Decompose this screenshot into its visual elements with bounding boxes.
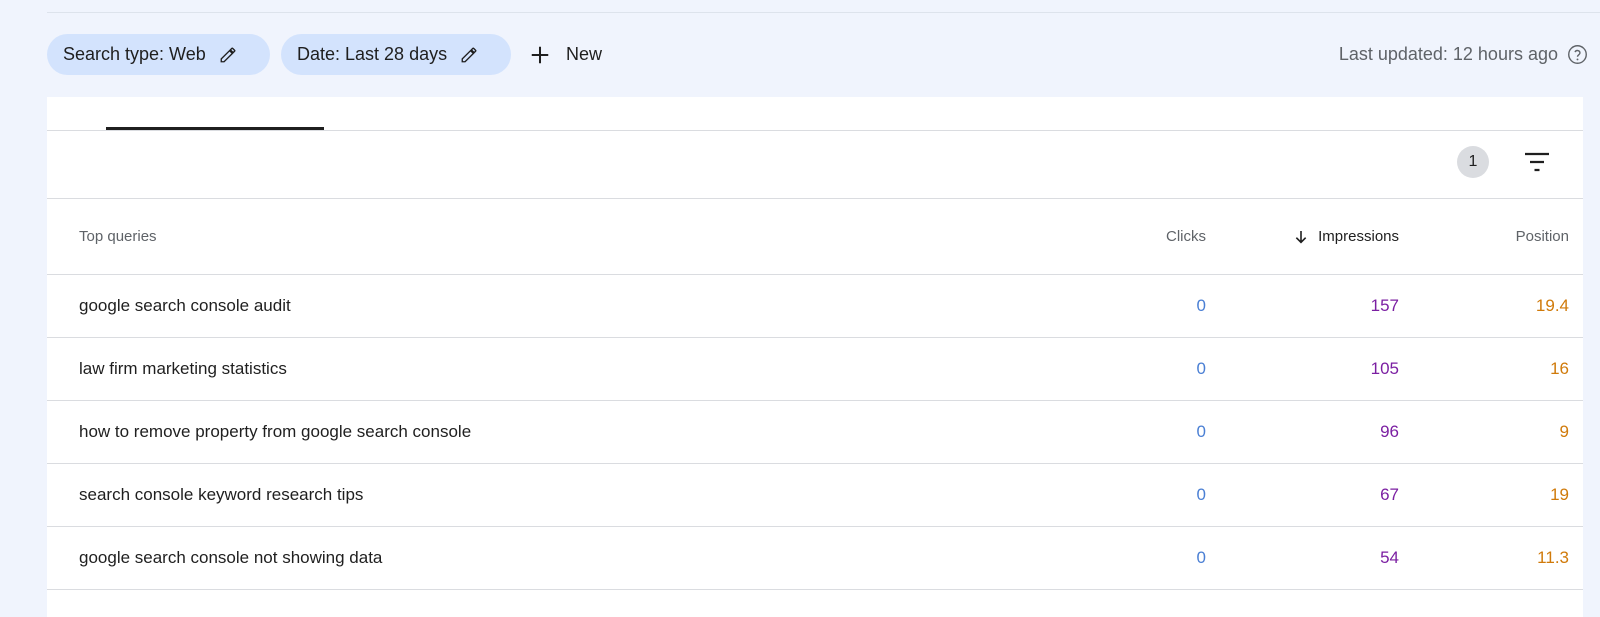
impressions-cell: 105 bbox=[1370, 359, 1399, 378]
new-filter-button[interactable]: New bbox=[528, 34, 602, 75]
search-type-label: Search type: Web bbox=[63, 44, 206, 64]
pencil-icon bbox=[459, 45, 479, 65]
last-updated-status: Last updated: 12 hours ago bbox=[1339, 34, 1588, 75]
position-cell: 19 bbox=[1550, 485, 1569, 504]
query-cell: search console keyword research tips bbox=[79, 485, 364, 504]
query-cell: how to remove property from google searc… bbox=[79, 422, 472, 441]
column-header-clicks[interactable]: Clicks bbox=[1166, 199, 1206, 274]
table-row[interactable]: how to remove property from google searc… bbox=[47, 401, 1583, 464]
table-header: Top queries Clicks Impressions Position bbox=[47, 199, 1583, 275]
impressions-cell: 157 bbox=[1370, 296, 1399, 315]
impressions-cell: 96 bbox=[1380, 422, 1399, 441]
position-cell: 19.4 bbox=[1535, 296, 1569, 315]
table-row[interactable]: search console keyword research tips 0 6… bbox=[47, 464, 1583, 527]
impressions-cell: 67 bbox=[1380, 485, 1399, 504]
column-header-position[interactable]: Position bbox=[1516, 199, 1569, 274]
active-tab-indicator bbox=[106, 127, 324, 130]
top-divider bbox=[47, 12, 1600, 13]
column-header-impressions-label: Impressions bbox=[1318, 228, 1399, 245]
arrow-down-icon bbox=[1292, 228, 1310, 246]
query-cell: google search console not showing data bbox=[79, 548, 383, 567]
new-filter-label: New bbox=[566, 44, 603, 64]
active-filter-count-badge[interactable]: 1 bbox=[1457, 146, 1489, 178]
clicks-cell: 0 bbox=[1196, 296, 1206, 315]
query-cell: google search console audit bbox=[79, 296, 291, 315]
date-range-label: Date: Last 28 days bbox=[297, 44, 448, 64]
table-row[interactable]: law firm marketing statistics 0 105 16 bbox=[47, 338, 1583, 401]
clicks-cell: 0 bbox=[1196, 548, 1206, 567]
tab-strip bbox=[47, 97, 1583, 131]
table-toolbar: 1 bbox=[47, 131, 1583, 199]
clicks-cell: 0 bbox=[1196, 485, 1206, 504]
last-updated-text: Last updated: 12 hours ago bbox=[1338, 44, 1558, 64]
table-row[interactable]: google search console audit 0 157 19.4 bbox=[47, 275, 1583, 338]
plus-icon bbox=[528, 43, 552, 67]
clicks-cell: 0 bbox=[1196, 422, 1206, 441]
position-cell: 16 bbox=[1550, 359, 1569, 378]
query-cell: law firm marketing statistics bbox=[79, 359, 287, 378]
filter-icon[interactable] bbox=[1522, 148, 1552, 176]
impressions-cell: 54 bbox=[1380, 548, 1399, 567]
column-header-top-queries[interactable]: Top queries bbox=[79, 199, 157, 274]
table-body: google search console audit 0 157 19.4 l… bbox=[47, 275, 1583, 590]
queries-card: 1 Top queries Clicks Impressions Positio… bbox=[47, 97, 1583, 617]
pencil-icon bbox=[218, 45, 238, 65]
search-type-chip[interactable]: Search type: Web bbox=[47, 34, 270, 75]
clicks-cell: 0 bbox=[1196, 359, 1206, 378]
column-header-impressions[interactable]: Impressions bbox=[1292, 199, 1399, 274]
date-range-chip[interactable]: Date: Last 28 days bbox=[281, 34, 511, 75]
table-row[interactable]: google search console not showing data 0… bbox=[47, 527, 1583, 590]
position-cell: 9 bbox=[1559, 422, 1569, 441]
help-circle-icon[interactable] bbox=[1566, 44, 1588, 66]
position-cell: 11.3 bbox=[1537, 548, 1569, 567]
